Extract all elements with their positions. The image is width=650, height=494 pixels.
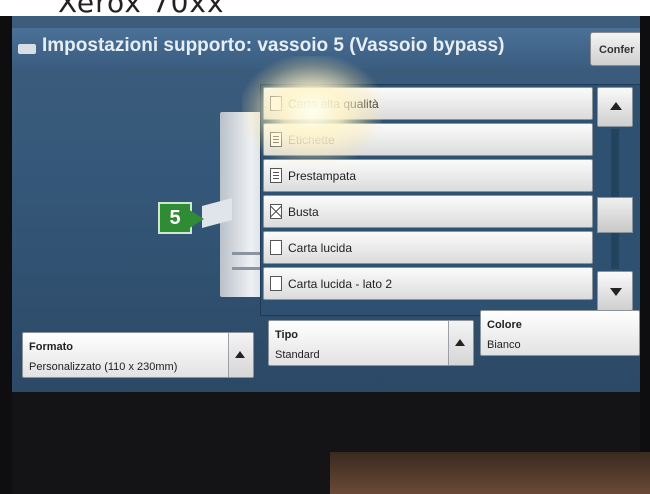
paper-icon [270, 276, 282, 291]
scroll-down-button[interactable] [597, 271, 633, 311]
tipo-expand-button[interactable] [448, 321, 473, 365]
touch-screen: Impostazioni supporto: vassoio 5 (Vassoi… [12, 16, 640, 392]
scroll-up-button[interactable] [597, 87, 633, 127]
printer-model-label: Xerox 70xx [58, 0, 225, 16]
scrollbar-thumb[interactable] [597, 197, 633, 233]
tipo-label: Tipo [275, 329, 299, 341]
colore-label: Colore [487, 319, 522, 331]
background-floor [330, 452, 650, 494]
formato-expand-button[interactable] [228, 333, 253, 377]
colore-value: Bianco [487, 339, 521, 351]
formato-value: Personalizzato (110 x 230mm) [29, 361, 178, 373]
envelope-icon [270, 204, 282, 219]
list-item-carta-alta-qualita[interactable]: Carta alta qualità [263, 87, 593, 120]
paper-type-list-popup: Carta alta qualità Etichette Prestampata… [260, 84, 640, 316]
list-item-carta-lucida[interactable]: Carta lucida [263, 231, 593, 264]
tray-icon [18, 44, 36, 54]
list-item-label: Carta alta qualità [288, 97, 379, 111]
lined-paper-icon [270, 132, 282, 147]
page-title: Impostazioni supporto: vassoio 5 (Vassoi… [42, 35, 505, 56]
list-item-carta-lucida-lato-2[interactable]: Carta lucida - lato 2 [263, 267, 593, 300]
arrow-up-icon [235, 351, 245, 358]
tipo-value: Standard [275, 349, 320, 361]
title-bar: Impostazioni supporto: vassoio 5 (Vassoi… [12, 28, 640, 68]
confirm-button[interactable]: Confer [590, 32, 640, 66]
paper-icon [270, 96, 282, 111]
list-item-label: Carta lucida - lato 2 [288, 277, 393, 291]
list-item-label: Busta [288, 205, 319, 219]
list-item-prestampata[interactable]: Prestampata [263, 159, 593, 192]
lined-paper-icon [270, 168, 282, 183]
formato-label: Formato [29, 341, 73, 353]
right-bezel [640, 16, 650, 494]
tipo-selector[interactable]: Tipo Standard [268, 320, 474, 366]
bypass-tray-arrow-icon [188, 209, 204, 229]
colore-selector[interactable]: Colore Bianco [480, 310, 640, 356]
list-item-busta[interactable]: Busta [263, 195, 593, 228]
paper-type-list: Carta alta qualità Etichette Prestampata… [263, 87, 593, 303]
arrow-up-icon [610, 102, 622, 110]
tray-number-badge: 5 [158, 202, 192, 234]
top-bezel: Xerox 70xx [0, 0, 650, 16]
paper-icon [270, 240, 282, 255]
arrow-down-icon [610, 288, 622, 296]
list-item-label: Etichette [288, 133, 335, 147]
list-item-label: Carta lucida [288, 241, 353, 255]
arrow-up-icon [455, 339, 465, 346]
formato-selector[interactable]: Formato Personalizzato (110 x 230mm) [22, 332, 254, 378]
left-bezel [0, 16, 12, 494]
list-item-etichette[interactable]: Etichette [263, 123, 593, 156]
list-item-label: Prestampata [288, 169, 357, 183]
